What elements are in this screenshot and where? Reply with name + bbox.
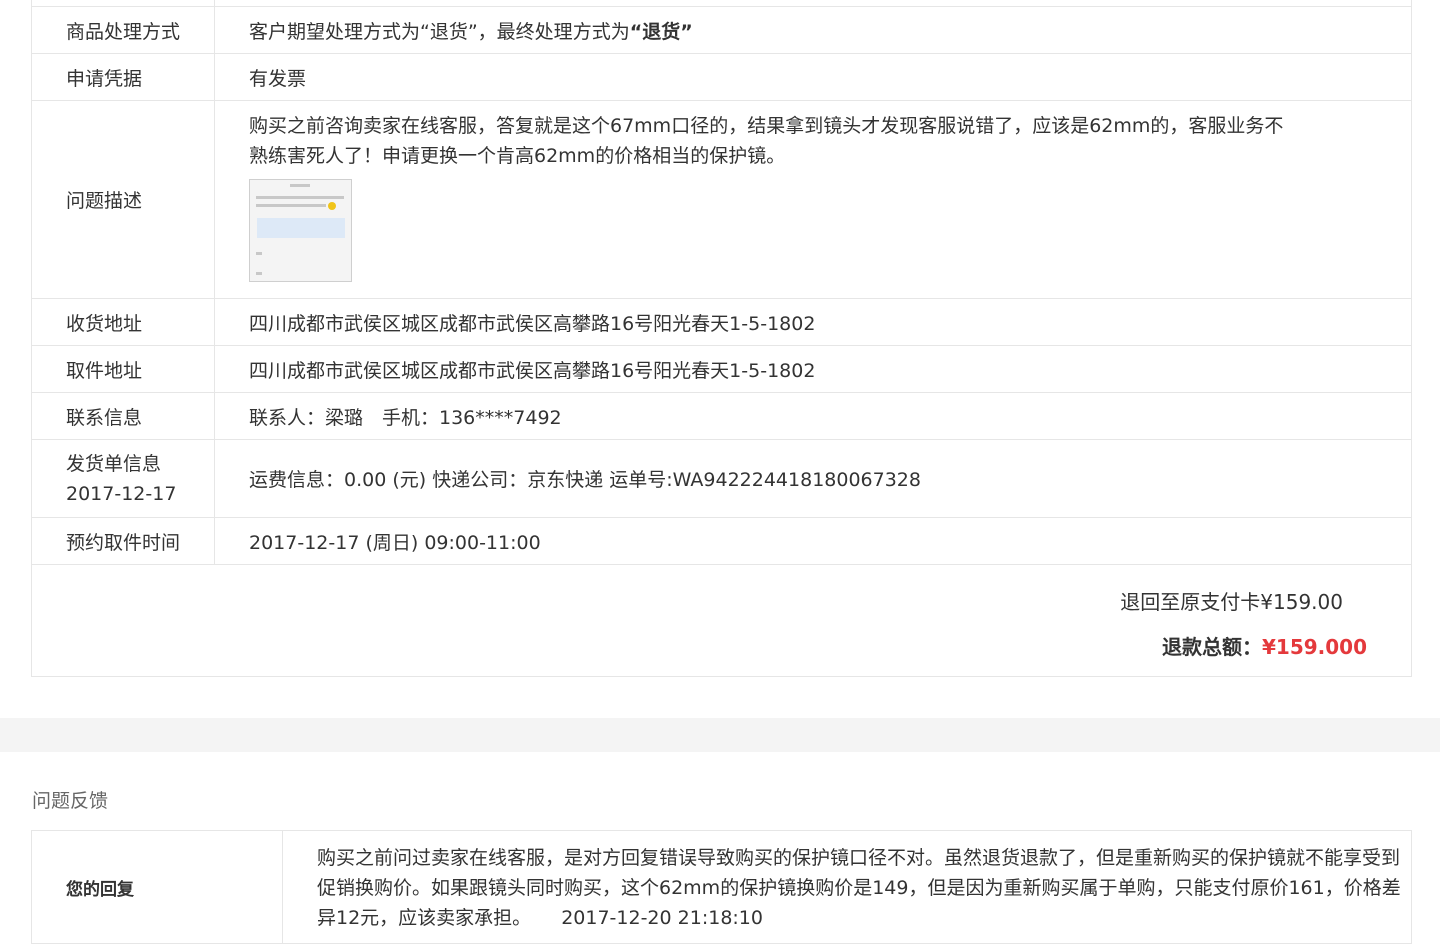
pickup-address-value: 四川成都市武侯区城区成都市武侯区高攀路16号阳光春天1-5-1802 <box>214 345 1412 393</box>
row-receive-address: 收货地址 四川成都市武侯区城区成都市武侯区高攀路16号阳光春天1-5-1802 <box>31 298 1412 346</box>
pickup-address-label: 取件地址 <box>31 345 215 393</box>
refund-total-amount: ¥159.000 <box>1261 634 1367 659</box>
proof-value: 有发票 <box>214 53 1412 101</box>
your-reply-content: 购买之前问过卖家在线客服，是对方回复错误导致购买的保护镜口径不对。虽然退货退款了… <box>282 830 1412 944</box>
row-refund-total: 退回至原支付卡¥159.00 退款总额：¥159.000 <box>31 564 1412 677</box>
handling-method-value: 客户期望处理方式为“退货”，最终处理方式为“退货” <box>214 6 1412 54</box>
row-shipment-info: 发货单信息 2017-12-17 运费信息：0.00 (元) 快递公司：京东快递… <box>31 439 1412 518</box>
your-reply-time: 2017-12-20 21:18:10 <box>561 907 763 929</box>
problem-description-text: 购买之前咨询卖家在线客服，答复就是这个67mm口径的，结果拿到镜头才发现客服说错… <box>249 115 1284 167</box>
refund-to-card: 退回至原支付卡¥159.00 <box>1120 589 1343 614</box>
pickup-time-label: 预约取件时间 <box>31 517 215 565</box>
shipment-label: 发货单信息 <box>66 452 162 475</box>
row-handling-method: 商品处理方式 客户期望处理方式为“退货”，最终处理方式为“退货” <box>31 6 1412 54</box>
attachment-thumbnail[interactable] <box>249 179 352 282</box>
handling-final-method: “退货” <box>629 20 693 43</box>
problem-description-label: 问题描述 <box>31 100 215 299</box>
refund-total-label: 退款总额： <box>1161 634 1262 659</box>
problem-description-value: 购买之前咨询卖家在线客服，答复就是这个67mm口径的，结果拿到镜头才发现客服说错… <box>214 100 1412 299</box>
feedback-section-title: 问题反馈 <box>32 790 109 812</box>
receive-address-label: 收货地址 <box>31 298 215 346</box>
row-proof: 申请凭据 有发票 <box>31 53 1412 101</box>
section-divider <box>0 718 1440 752</box>
refund-total: 退款总额：¥159.000 <box>32 631 1367 660</box>
feedback-row: 您的回复 购买之前问过卖家在线客服，是对方回复错误导致购买的保护镜口径不对。虽然… <box>31 830 1412 944</box>
pickup-time-value: 2017-12-17 (周日) 09:00-11:00 <box>214 517 1412 565</box>
receive-address-value: 四川成都市武侯区城区成都市武侯区高攀路16号阳光春天1-5-1802 <box>214 298 1412 346</box>
contact-value: 联系人：梁璐 手机：136****7492 <box>214 392 1412 440</box>
row-pickup-time: 预约取件时间 2017-12-17 (周日) 09:00-11:00 <box>31 517 1412 565</box>
shipment-value: 运费信息：0.00 (元) 快递公司：京东快递 运单号:WA9422244181… <box>214 439 1412 518</box>
shipment-date: 2017-12-17 <box>66 482 177 505</box>
contact-label: 联系信息 <box>31 392 215 440</box>
your-reply-label: 您的回复 <box>31 830 283 944</box>
feedback-table: 您的回复 购买之前问过卖家在线客服，是对方回复错误导致购买的保护镜口径不对。虽然… <box>31 830 1412 944</box>
handling-method-label: 商品处理方式 <box>31 6 215 54</box>
handling-method-text: 客户期望处理方式为“退货”，最终处理方式为 <box>249 20 630 43</box>
row-pickup-address: 取件地址 四川成都市武侯区城区成都市武侯区高攀路16号阳光春天1-5-1802 <box>31 345 1412 393</box>
row-contact: 联系信息 联系人：梁璐 手机：136****7492 <box>31 392 1412 440</box>
row-problem-description: 问题描述 购买之前咨询卖家在线客服，答复就是这个67mm口径的，结果拿到镜头才发… <box>31 100 1412 299</box>
proof-label: 申请凭据 <box>31 53 215 101</box>
shipment-label-cell: 发货单信息 2017-12-17 <box>31 439 215 518</box>
refund-summary: 退回至原支付卡¥159.00 退款总额：¥159.000 <box>31 564 1412 677</box>
after-sale-detail-table: 商品处理方式 客户期望处理方式为“退货”，最终处理方式为“退货” 申请凭据 有发… <box>31 0 1412 677</box>
your-reply-text: 购买之前问过卖家在线客服，是对方回复错误导致购买的保护镜口径不对。虽然退货退款了… <box>317 847 1401 929</box>
